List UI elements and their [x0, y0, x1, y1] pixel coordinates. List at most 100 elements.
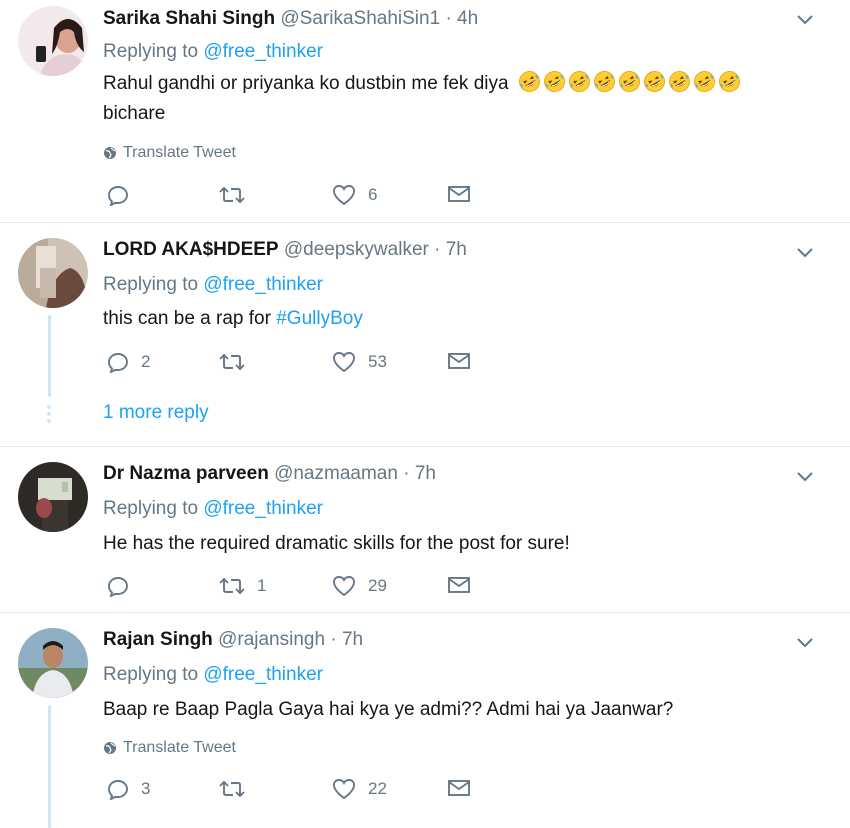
rofl-emoji-icon — [618, 71, 640, 92]
reply-icon — [108, 186, 128, 206]
retweet-button[interactable] — [219, 184, 257, 206]
globe-icon — [104, 742, 116, 754]
translate-tweet-link[interactable]: Translate Tweet — [103, 739, 236, 757]
username[interactable]: @SarikaShahiSin1 — [280, 8, 440, 29]
hashtag-link[interactable]: #GullyBoy — [276, 308, 363, 329]
timestamp[interactable]: 7h — [415, 463, 436, 484]
tweet-header: Sarika Shahi Singh @SarikaShahiSin1 · 4h — [103, 8, 478, 30]
heart-icon — [333, 352, 355, 373]
retweet-count: 1 — [257, 576, 267, 595]
replying-to: Replying to @free_thinker — [103, 41, 323, 63]
mention-link[interactable]: @free_thinker — [203, 274, 323, 295]
rofl-emoji-icon — [693, 71, 715, 92]
direct-message-button[interactable] — [447, 351, 471, 371]
mention-link[interactable]: @free_thinker — [203, 41, 323, 62]
tweet-divider — [0, 222, 850, 223]
tweet-text-prefix: this can be a rap for — [103, 308, 271, 329]
reply-button[interactable]: 2 — [107, 351, 150, 373]
thread-line — [48, 705, 51, 828]
reply-button[interactable]: 3 — [107, 778, 150, 800]
retweet-icon — [219, 780, 245, 798]
chevron-down-icon[interactable] — [796, 247, 814, 259]
display-name[interactable]: LORD AKA$HDEEP — [103, 239, 279, 260]
avatar[interactable] — [18, 462, 88, 532]
retweet-button[interactable]: 1 — [219, 575, 266, 597]
reply-icon — [108, 780, 128, 800]
avatar[interactable] — [18, 6, 88, 76]
timestamp[interactable]: 7h — [446, 239, 467, 260]
timestamp[interactable]: 7h — [342, 629, 363, 650]
avatar[interactable] — [18, 628, 88, 698]
like-count: 22 — [368, 779, 387, 798]
tweet-text-line: Rahul gandhi or priyanka ko dustbin me f… — [103, 73, 509, 94]
more-replies-link[interactable]: 1 more reply — [103, 402, 209, 424]
replying-to-label: Replying to — [103, 664, 199, 685]
replying-to-label: Replying to — [103, 274, 199, 295]
reply-icon — [108, 577, 128, 597]
like-button[interactable]: 29 — [332, 575, 387, 597]
like-count: 53 — [368, 352, 387, 371]
username[interactable]: @nazmaaman — [274, 463, 398, 484]
heart-icon — [333, 185, 355, 206]
chevron-down-icon[interactable] — [796, 471, 814, 483]
action-bar: 1 29 — [103, 575, 503, 601]
tweet-header: Rajan Singh @rajansingh · 7h — [103, 629, 363, 651]
retweet-icon — [219, 577, 245, 595]
like-button[interactable]: 6 — [332, 184, 377, 206]
retweet-icon — [219, 186, 245, 204]
direct-message-button[interactable] — [447, 184, 471, 204]
username[interactable]: @rajansingh — [218, 629, 325, 650]
rofl-emoji-icon — [593, 71, 615, 92]
chevron-down-icon[interactable] — [796, 637, 814, 649]
heart-icon — [333, 576, 355, 597]
retweet-button[interactable] — [219, 778, 257, 800]
translate-tweet-link[interactable]: Translate Tweet — [103, 144, 236, 162]
action-bar: 2 53 — [103, 351, 503, 377]
tweet-text: Baap re Baap Pagla Gaya hai kya ye admi?… — [103, 699, 674, 720]
display-name[interactable]: Rajan Singh — [103, 629, 213, 650]
separator-dot: · — [330, 629, 337, 650]
like-button[interactable]: 22 — [332, 778, 387, 800]
emoji-group — [518, 70, 741, 93]
thread-line — [48, 315, 51, 397]
rofl-emoji-icon — [718, 71, 740, 92]
retweet-icon — [219, 353, 245, 371]
reply-count: 3 — [141, 779, 151, 798]
envelope-icon — [448, 353, 470, 369]
timestamp[interactable]: 4h — [457, 8, 478, 29]
rofl-emoji-icon — [518, 71, 540, 92]
direct-message-button[interactable] — [447, 575, 471, 595]
mention-link[interactable]: @free_thinker — [203, 664, 323, 685]
display-name[interactable]: Sarika Shahi Singh — [103, 8, 275, 29]
rofl-emoji-icon — [668, 71, 690, 92]
replying-to: Replying to @free_thinker — [103, 274, 323, 296]
tweet-text: this can be a rap for #GullyBoy — [103, 304, 363, 334]
tweet-header: Dr Nazma parveen @nazmaaman · 7h — [103, 463, 436, 485]
action-bar: 6 — [103, 184, 503, 210]
rofl-emoji-icon — [568, 71, 590, 92]
username[interactable]: @deepskywalker — [284, 239, 429, 260]
direct-message-button[interactable] — [447, 778, 471, 798]
replying-to-label: Replying to — [103, 498, 199, 519]
replying-to: Replying to @free_thinker — [103, 498, 323, 520]
reply-button[interactable] — [107, 575, 141, 597]
tweet-divider — [0, 446, 850, 447]
avatar[interactable] — [18, 238, 88, 308]
like-count: 29 — [368, 576, 387, 595]
mention-link[interactable]: @free_thinker — [203, 498, 323, 519]
translate-label: Translate Tweet — [123, 739, 236, 756]
envelope-icon — [448, 780, 470, 796]
chevron-down-icon[interactable] — [796, 14, 814, 26]
like-button[interactable]: 53 — [332, 351, 387, 373]
display-name[interactable]: Dr Nazma parveen — [103, 463, 269, 484]
action-bar: 3 22 — [103, 778, 503, 804]
reply-icon — [108, 353, 128, 373]
tweet-text: He has the required dramatic skills for … — [103, 533, 570, 554]
replying-to: Replying to @free_thinker — [103, 664, 323, 686]
reply-button[interactable] — [107, 184, 141, 206]
thread-dots — [47, 405, 52, 426]
retweet-button[interactable] — [219, 351, 257, 373]
envelope-icon — [448, 186, 470, 202]
separator-dot: · — [445, 8, 452, 29]
like-count: 6 — [368, 185, 378, 204]
